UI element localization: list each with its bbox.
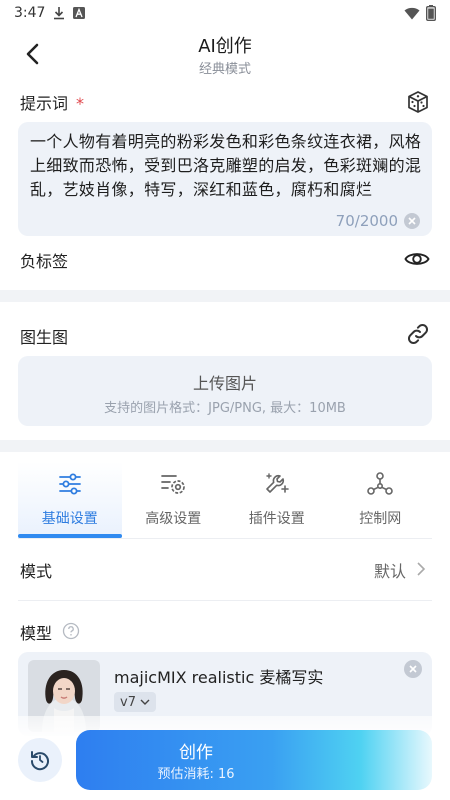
section-divider <box>0 290 450 302</box>
page-subtitle: 经典模式 <box>198 62 251 77</box>
download-icon <box>53 6 65 20</box>
tab-label: 高级设置 <box>145 511 202 527</box>
upload-hint: 支持的图片格式：JPG/PNG, 最大：10MB <box>104 401 346 416</box>
tab-label: 插件设置 <box>248 511 305 527</box>
mode-value: 默认 <box>373 562 406 581</box>
eye-icon <box>404 253 430 265</box>
row-divider <box>18 600 432 601</box>
model-version-value: v7 <box>120 694 136 710</box>
header: AI创作 经典模式 <box>0 26 450 86</box>
toggle-negative-prompt-button[interactable] <box>404 248 430 270</box>
prompt-input-box[interactable]: 一个人物有着明亮的粉彩发色和彩色条纹连衣裙，风格上细致而恐怖，受到巴洛克雕塑的启… <box>18 122 432 236</box>
link-icon <box>407 323 429 345</box>
battery-icon <box>426 5 436 21</box>
sliders-icon <box>58 473 81 495</box>
settings-tabs: 基础设置 高级设置 插件设置 控制网 <box>18 462 432 538</box>
status-bar: 3:47 <box>0 0 450 26</box>
estimated-cost: 预估消耗: 16 <box>157 767 235 782</box>
network-icon <box>367 472 394 495</box>
bottom-bar: 创作 预估消耗: 16 <box>0 716 450 800</box>
tab-basic-settings[interactable]: 基础设置 <box>18 462 122 538</box>
reset-button[interactable] <box>18 738 62 782</box>
section-divider <box>0 440 450 452</box>
clear-prompt-button[interactable] <box>404 213 420 229</box>
model-label: 模型 <box>20 624 53 643</box>
tabs-divider <box>18 538 432 539</box>
tab-advanced-settings[interactable]: 高级设置 <box>122 462 226 538</box>
prompt-text[interactable]: 一个人物有着明亮的粉彩发色和彩色条纹连衣裙，风格上细致而恐怖，受到巴洛克雕塑的启… <box>30 130 422 204</box>
dice-icon <box>408 91 428 113</box>
page-title: AI创作 <box>198 36 252 57</box>
status-time: 3:47 <box>14 5 46 21</box>
mode-selector[interactable]: 模式 默认 <box>18 548 432 600</box>
prompt-char-count: 70/2000 <box>335 212 398 230</box>
wrench-sparkle-icon <box>265 473 289 493</box>
create-label: 创作 <box>179 743 213 763</box>
chevron-down-icon <box>140 699 150 705</box>
model-name: majicMIX realistic 麦橘写实 <box>114 668 324 687</box>
refresh-icon <box>30 751 49 771</box>
tab-plugin-settings[interactable]: 插件设置 <box>225 462 329 538</box>
gear-settings-icon <box>161 475 186 494</box>
mode-label: 模式 <box>20 562 53 581</box>
tab-label: 基础设置 <box>41 511 98 527</box>
tab-label: 控制网 <box>359 511 402 527</box>
upload-title: 上传图片 <box>192 374 257 393</box>
random-prompt-button[interactable] <box>406 90 430 114</box>
required-mark: * <box>76 94 85 113</box>
negative-prompt-label[interactable]: 负标签 <box>20 248 68 272</box>
a-badge-icon <box>73 7 86 19</box>
prompt-label: 提示词 * <box>20 90 84 114</box>
model-version-select[interactable]: v7 <box>114 692 156 712</box>
prompt-label-text: 提示词 <box>20 94 69 113</box>
tab-controlnet[interactable]: 控制网 <box>329 462 433 538</box>
chevron-right-icon <box>417 562 426 576</box>
help-icon[interactable] <box>62 622 80 640</box>
img2img-label: 图生图 <box>20 328 69 347</box>
create-button[interactable]: 创作 预估消耗: 16 <box>76 730 432 790</box>
upload-image-button[interactable]: 上传图片 支持的图片格式：JPG/PNG, 最大：10MB <box>18 356 432 426</box>
remove-model-button[interactable] <box>404 660 422 678</box>
close-icon <box>409 665 417 673</box>
wifi-icon <box>404 7 420 20</box>
close-icon <box>408 217 416 225</box>
image-link-button[interactable] <box>406 322 430 346</box>
